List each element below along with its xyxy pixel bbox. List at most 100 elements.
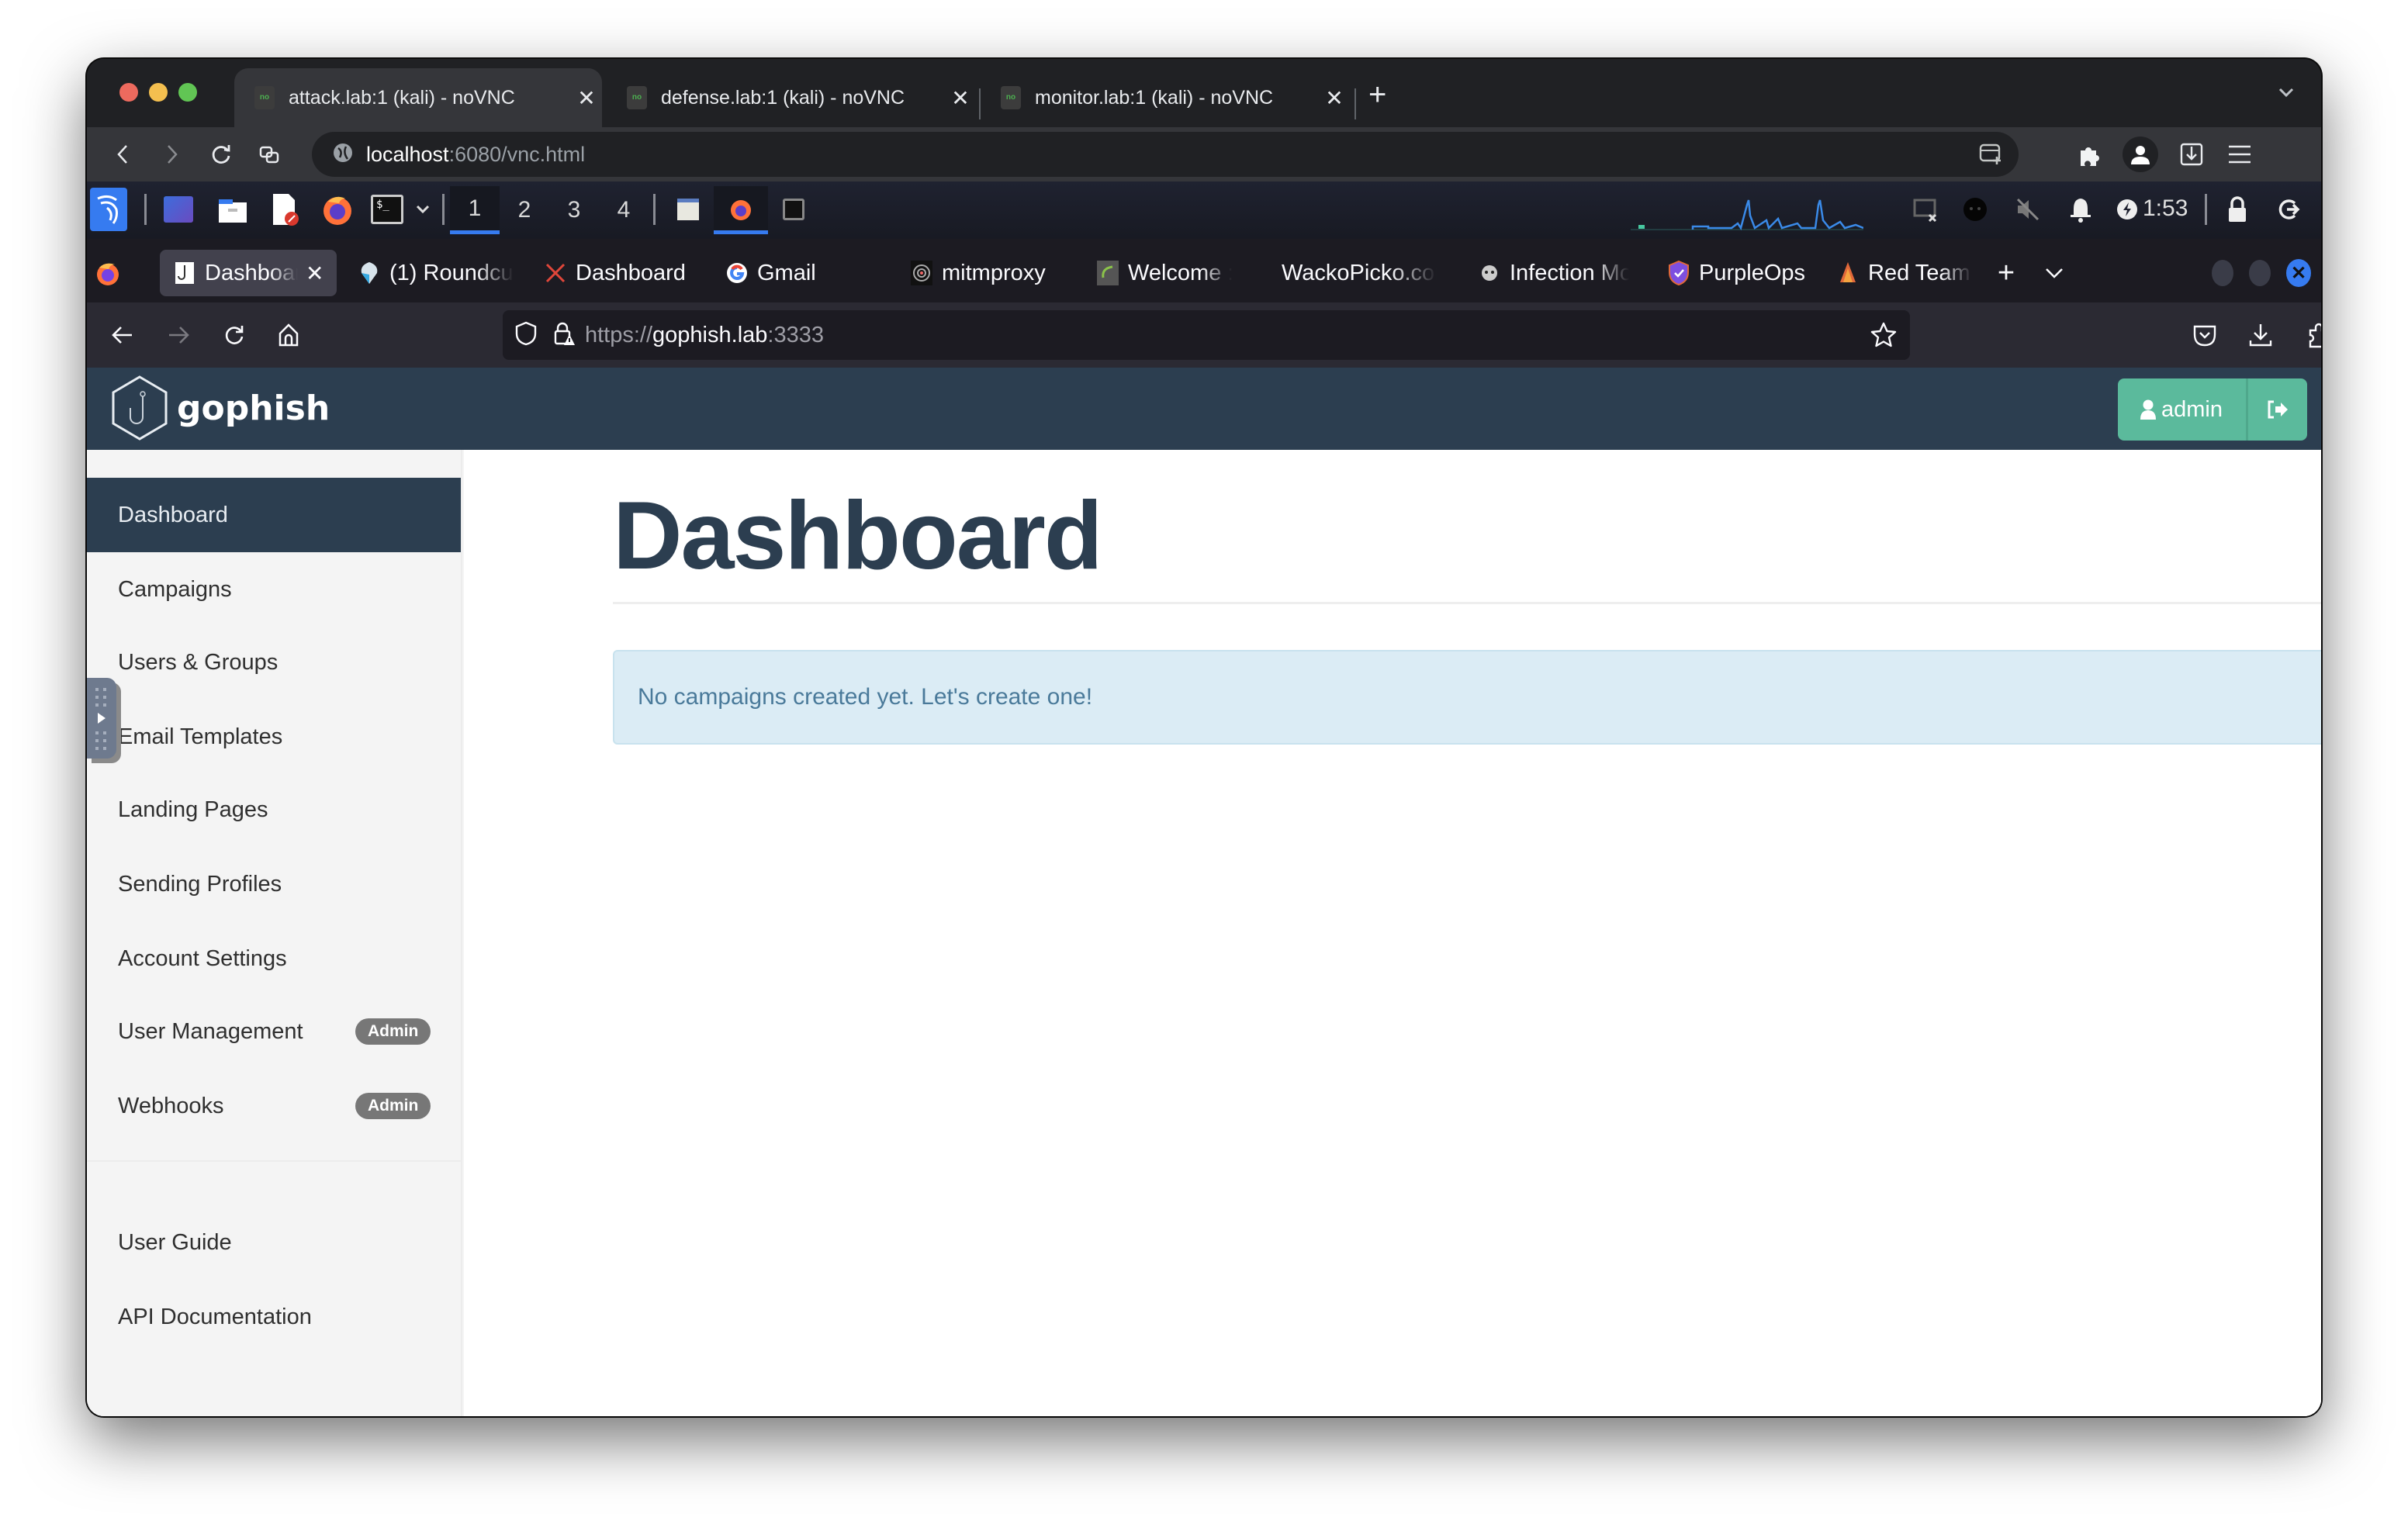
- host-address-bar[interactable]: localhost:6080/vnc.html: [312, 132, 2019, 177]
- lock-screen-icon[interactable]: [2223, 192, 2251, 226]
- close-window-button[interactable]: [119, 83, 138, 102]
- tab-search-chevron-icon[interactable]: [2275, 81, 2298, 104]
- logout-icon[interactable]: [2275, 192, 2302, 226]
- ff-tab-infection-monkey[interactable]: Infection Monkey: [1477, 250, 1629, 296]
- close-tab-icon[interactable]: ✕: [945, 85, 976, 111]
- close-tab-icon[interactable]: ✕: [571, 85, 602, 111]
- x-logo-icon: [543, 261, 568, 285]
- ff-tab-welcome[interactable]: Welcome ::: [1095, 250, 1232, 296]
- sidebar-item-user-management[interactable]: User Management Admin: [87, 994, 461, 1069]
- sidebar-item-api-documentation[interactable]: API Documentation: [87, 1280, 461, 1354]
- ff-list-all-tabs-chevron-icon[interactable]: [2039, 250, 2070, 296]
- notifications-bell-icon[interactable]: [2067, 192, 2095, 226]
- close-tab-icon[interactable]: ✕: [306, 261, 323, 286]
- text-editor-icon[interactable]: [268, 192, 303, 226]
- host-tab-defense[interactable]: noVNC defense.lab:1 (kali) - noVNC ✕: [607, 68, 2321, 1416]
- panel-clock[interactable]: 1:53: [2143, 195, 2188, 222]
- extensions-icon[interactable]: [2073, 138, 2105, 171]
- logout-button[interactable]: [2248, 378, 2307, 441]
- ff-tab-red-team[interactable]: Red Team |: [1835, 250, 1972, 296]
- minimize-window-button[interactable]: [149, 83, 168, 102]
- ff-tab-x-dashboard[interactable]: Dashboard: [543, 250, 698, 296]
- title-divider: [613, 602, 2321, 604]
- new-tab-button[interactable]: +: [1368, 78, 1386, 112]
- admin-account-button[interactable]: admin: [2118, 378, 2248, 441]
- ff-minimize-button[interactable]: [2211, 250, 2234, 296]
- sidebar-item-webhooks[interactable]: Webhooks Admin: [87, 1069, 461, 1143]
- terminal-launcher-icon[interactable]: $_: [369, 192, 405, 226]
- reload-button[interactable]: [205, 138, 237, 171]
- ff-maximize-button[interactable]: [2248, 250, 2271, 296]
- vnc-viewport[interactable]: $_ 1 2 3 4 1:53 Dashboa ✕ (1) Roundcu Da…: [87, 181, 2321, 1416]
- pocket-icon[interactable]: [2189, 320, 2220, 351]
- firefox-nav-bar: https://gophish.lab:3333: [87, 302, 2321, 368]
- gophish-brand[interactable]: gophish: [109, 374, 330, 442]
- install-app-icon[interactable]: [1978, 141, 2003, 170]
- workspace-switcher-icon[interactable]: [161, 192, 195, 226]
- volume-muted-icon[interactable]: [2014, 192, 2042, 226]
- window-button-firefox[interactable]: [714, 186, 768, 234]
- ff-tab-gophish-dashboard[interactable]: Dashboard ✕: [160, 250, 337, 296]
- maximize-window-button[interactable]: [178, 83, 197, 102]
- forward-button[interactable]: [155, 138, 188, 171]
- menu-icon[interactable]: [2223, 138, 2256, 171]
- site-info-icon[interactable]: [332, 142, 354, 168]
- ff-address-bar[interactable]: https://gophish.lab:3333: [503, 310, 1910, 360]
- vpn-status-icon[interactable]: [1961, 192, 1989, 226]
- ff-extensions-icon[interactable]: [2302, 320, 2321, 351]
- admin-badge: Admin: [355, 1018, 431, 1045]
- ff-tab-gmail[interactable]: Gmail: [725, 250, 841, 296]
- ff-reload-button[interactable]: [219, 320, 250, 351]
- ff-tab-mitmproxy[interactable]: mitmproxy: [909, 250, 1064, 296]
- ff-back-button[interactable]: [107, 320, 138, 351]
- sidebar-item-user-guide[interactable]: User Guide: [87, 1205, 461, 1280]
- profile-avatar-icon[interactable]: [2123, 137, 2158, 172]
- close-tab-icon[interactable]: ✕: [1319, 85, 1350, 111]
- window-button-generic-icon[interactable]: [675, 192, 701, 226]
- tracking-protection-shield-icon[interactable]: [515, 321, 537, 350]
- insecure-lock-warning-icon[interactable]: [552, 320, 576, 351]
- firefox-launcher-icon[interactable]: [320, 192, 355, 226]
- ff-tab-purpleops[interactable]: PurpleOps: [1666, 250, 1814, 296]
- sidebar-item-campaigns[interactable]: Campaigns: [87, 552, 461, 627]
- site-connection-icon[interactable]: [253, 138, 285, 171]
- launcher-dropdown-chevron-icon[interactable]: [411, 192, 434, 226]
- monkey-icon: [1477, 261, 1502, 285]
- sidebar-item-account-settings[interactable]: Account Settings: [87, 921, 461, 996]
- admin-badge: Admin: [355, 1093, 431, 1119]
- ff-close-button[interactable]: ✕: [2285, 250, 2312, 296]
- ff-new-tab-button[interactable]: +: [1991, 250, 2022, 296]
- kali-panel: $_ 1 2 3 4 1:53: [87, 181, 2321, 239]
- ff-home-button[interactable]: [273, 320, 304, 351]
- host-tab-attack[interactable]: noVNC attack.lab:1 (kali) - noVNC ✕: [234, 68, 2321, 1416]
- host-tab-monitor[interactable]: noVNC monitor.lab:1 (kali) - noVNC ✕: [981, 68, 2321, 1416]
- google-icon: [725, 261, 749, 285]
- user-icon: [2140, 399, 2156, 420]
- ff-tab-roundcube[interactable]: (1) Roundcube: [357, 250, 514, 296]
- kali-menu-icon[interactable]: [90, 188, 127, 231]
- file-manager-icon[interactable]: [216, 192, 250, 226]
- ff-downloads-icon[interactable]: [2245, 320, 2276, 351]
- workspace-4-button[interactable]: 4: [599, 186, 649, 234]
- ff-forward-button[interactable]: [163, 320, 194, 351]
- workspace-3-button[interactable]: 3: [549, 186, 599, 234]
- network-disconnected-icon[interactable]: [1912, 192, 1939, 226]
- panel-separator: [2205, 194, 2207, 225]
- sidebar-item-landing-pages[interactable]: Landing Pages: [87, 772, 461, 847]
- novnc-control-bar-handle[interactable]: [87, 678, 116, 759]
- tab-title: attack.lab:1 (kali) - noVNC: [289, 86, 515, 109]
- ff-tab-wackopicko[interactable]: WackoPicko.com: [1282, 250, 1437, 296]
- sidebar-item-email-templates[interactable]: Email Templates: [87, 700, 461, 774]
- downloads-icon[interactable]: [2175, 138, 2208, 171]
- window-button-terminal-icon[interactable]: [780, 192, 807, 226]
- firefox-view-icon[interactable]: [95, 250, 126, 296]
- workspace-2-button[interactable]: 2: [500, 186, 549, 234]
- workspace-1-button[interactable]: 1: [450, 186, 500, 234]
- back-button[interactable]: [107, 138, 140, 171]
- power-manager-icon[interactable]: [2113, 192, 2141, 226]
- sidebar-item-dashboard[interactable]: Dashboard: [87, 478, 461, 552]
- bookmark-star-icon[interactable]: [1870, 321, 1898, 353]
- sign-out-icon: [2268, 400, 2288, 419]
- sidebar-item-users-groups[interactable]: Users & Groups: [87, 625, 461, 700]
- sidebar-item-sending-profiles[interactable]: Sending Profiles: [87, 847, 461, 921]
